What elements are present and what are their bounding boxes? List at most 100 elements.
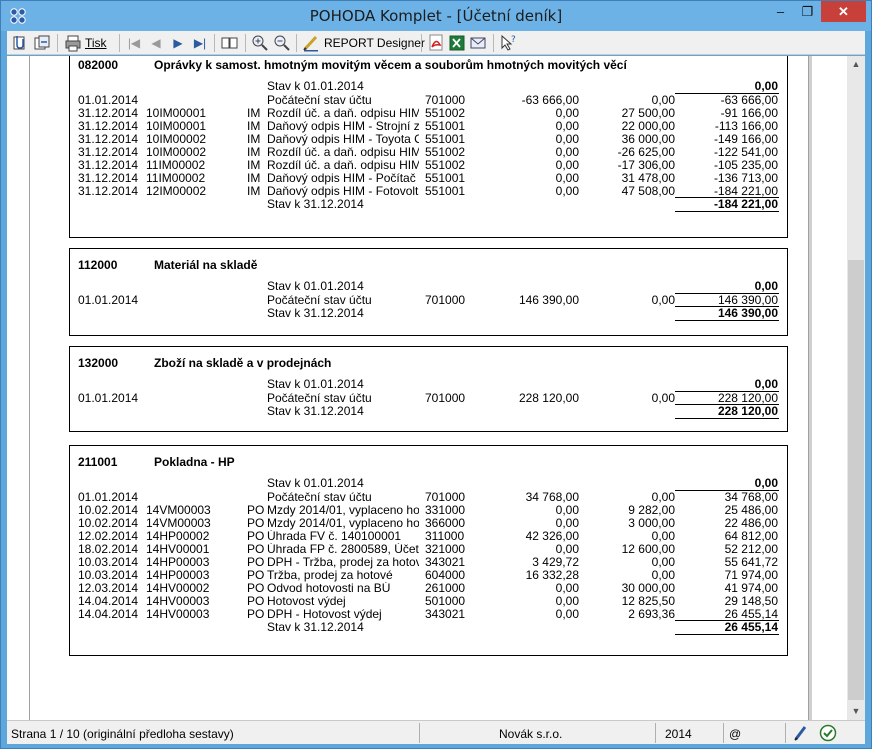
email-icon[interactable] (469, 33, 487, 53)
row-debit: 146 390,00 (518, 293, 579, 307)
row-text: Daňový odpis HIM - Fotovoltaika (267, 185, 419, 198)
account-code: 082000 (78, 58, 119, 72)
row-text: Daňový odpis HIM - Strojní zařízení (267, 120, 419, 133)
status-divider (419, 723, 420, 743)
accounting-year: 2014 (665, 727, 692, 741)
balance-underline (675, 634, 779, 635)
closing-balance-row: Stav k 31.12.2014 228 120,00 (70, 405, 787, 418)
edit-pen-icon[interactable] (793, 724, 809, 742)
account-code: 211001 (78, 455, 118, 469)
opening-balance-label: Stav k 01.01.2014 (267, 280, 364, 293)
closing-balance-row: Stav k 31.12.2014 26 455,14 (70, 621, 787, 634)
row-credit: 2 693,36 (628, 607, 675, 621)
opening-balance-label: Stav k 01.01.2014 (267, 378, 364, 391)
row-text: Počáteční stav účtu (267, 94, 372, 107)
help-icon[interactable]: ? (499, 33, 517, 53)
closing-balance-value: 228 120,00 (717, 404, 778, 418)
toolbar-separator (214, 34, 215, 52)
print-button[interactable]: Tisk (85, 33, 107, 53)
row-text: Počáteční stav účtu (267, 294, 372, 307)
row-text: DPH - Hotovost výdej (267, 608, 382, 621)
row-credit: 0,00 (651, 293, 675, 307)
window-title: POHODA Komplet - [Účetní deník] (309, 7, 563, 25)
report-preview-area[interactable]: 082000 Oprávky k samost. hmotným movitým … (7, 56, 847, 720)
opening-balance-row: Stav k 01.01.2014 0,00 (70, 80, 787, 93)
row-date: 01.01.2014 (78, 391, 139, 405)
minimize-button[interactable]: – (767, 1, 794, 22)
status-divider (785, 723, 786, 743)
row-text: Rozdíl úč. a daň. odpisu HIM (267, 107, 419, 120)
report-designer-icon[interactable] (302, 33, 320, 53)
row-text: Daňový odpis HIM - Toyota Corolla (267, 133, 419, 146)
opening-balance-label: Stav k 01.01.2014 (267, 477, 364, 490)
vertical-scrollbar[interactable]: ▲ ▼ (847, 56, 865, 720)
last-page-icon[interactable]: ▶| (191, 33, 209, 53)
page-edge (29, 56, 30, 720)
row-date: 01.01.2014 (78, 293, 139, 307)
excel-icon[interactable] (448, 33, 466, 53)
row-text: Mzdy 2014/01, vyplaceno hotově (267, 517, 419, 530)
check-circle-icon[interactable] (819, 724, 837, 742)
row-text: Úhrada FV č. 140100001 (267, 530, 402, 543)
closing-balance-label: Stav k 31.12.2014 (267, 621, 364, 634)
account-section: 132000 Zboží na skladě a v prodejnách Stav… (69, 346, 788, 432)
status-bar: Strana 1 / 10 (originální předloha sesta… (7, 720, 865, 744)
company-name: Novák s.r.o. (499, 727, 563, 741)
account-code: 132000 (78, 356, 119, 370)
export-icon[interactable] (33, 33, 51, 53)
row-text: Tržba, prodej za hotové (267, 569, 393, 582)
account-name: Zboží na skladě a v prodejnách (154, 356, 332, 370)
book-icon[interactable] (220, 33, 240, 53)
opening-balance-value: 0,00 (754, 79, 778, 93)
report-designer-button[interactable]: REPORT Designer (324, 33, 425, 53)
email-status-icon[interactable]: @ (729, 726, 741, 742)
account-section: 112000 Materiál na skladě Stav k 01.01.201… (69, 248, 788, 336)
closing-balance-label: Stav k 31.12.2014 (267, 307, 364, 320)
toolbar-separator (421, 34, 422, 52)
scroll-up-icon[interactable]: ▲ (847, 56, 865, 73)
attach-icon[interactable] (11, 33, 29, 53)
first-page-icon[interactable]: |◀ (125, 33, 143, 53)
row-date: 14.04.2014 (78, 607, 139, 621)
account-section: 082000 Oprávky k samost. hmotným movitým … (69, 56, 788, 238)
row-credit: 0,00 (651, 391, 675, 405)
opening-balance-row: Stav k 01.01.2014 0,00 (70, 280, 787, 293)
row-type: PO (247, 607, 265, 621)
zoom-in-icon[interactable] (251, 33, 269, 53)
row-account: 701000 (425, 391, 466, 405)
print-icon[interactable] (64, 33, 82, 53)
closing-balance-value: 146 390,00 (717, 306, 778, 320)
zoom-out-icon[interactable] (273, 33, 291, 53)
row-date: 31.12.2014 (78, 184, 139, 198)
scroll-down-icon[interactable]: ▼ (847, 703, 865, 720)
closing-balance-value: 26 455,14 (724, 620, 778, 634)
account-name: Oprávky k samost. hmotným movitým věcem … (154, 58, 627, 72)
row-account: 701000 (425, 293, 466, 307)
row-debit: 0,00 (555, 184, 579, 198)
pdf-icon[interactable] (427, 33, 445, 53)
row-debit: 228 120,00 (518, 391, 579, 405)
closing-balance-value: -184 221,00 (713, 197, 778, 211)
opening-balance-row: Stav k 01.01.2014 0,00 (70, 378, 787, 391)
balance-underline (675, 211, 779, 212)
row-text: Počáteční stav účtu (267, 491, 372, 504)
row-text: Úhrada FP č. 2800589, Účetnictví (267, 543, 419, 556)
close-button[interactable]: ✕ (821, 1, 866, 22)
balance-underline (675, 418, 779, 419)
next-page-icon[interactable]: ▶ (169, 33, 187, 53)
report-toolbar: Tisk |◀ ◀ ▶ ▶| REPORT Designer ? (7, 31, 865, 55)
account-section: 211001 Pokladna - HP Stav k 01.01.2014 0,00… (69, 445, 788, 656)
closing-balance-label: Stav k 31.12.2014 (267, 405, 364, 418)
prev-page-icon[interactable]: ◀ (147, 33, 165, 53)
maximize-button[interactable]: ❐ (794, 1, 821, 22)
row-text: Mzdy 2014/01, vyplaceno hotově (267, 504, 419, 517)
toolbar-separator (493, 34, 494, 52)
opening-balance-label: Stav k 01.01.2014 (267, 80, 364, 93)
status-divider (723, 723, 724, 743)
scrollbar-thumb[interactable] (848, 260, 864, 700)
account-name: Materiál na skladě (154, 258, 258, 272)
toolbar-separator (245, 34, 246, 52)
toolbar-separator (296, 34, 297, 52)
row-text: DPH - Tržba, prodej za hotové (267, 556, 419, 569)
toolbar-separator (57, 34, 58, 52)
